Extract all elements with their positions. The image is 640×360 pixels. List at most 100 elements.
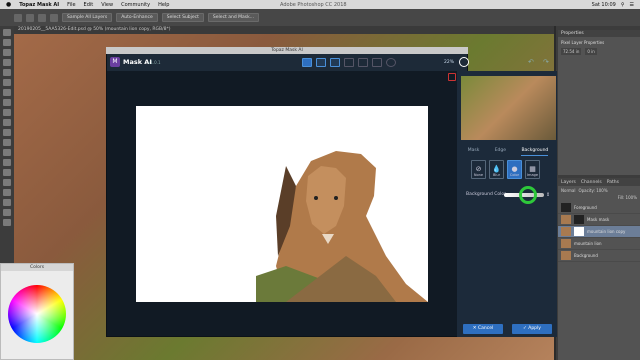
fill-icon[interactable] [372,58,382,67]
mask-thumbnail [574,215,584,224]
side-by-side-button[interactable] [330,58,340,67]
apple-menu-icon[interactable]: ● [6,1,11,8]
layers-panel: Layers Channels Paths Normal Opacity: 10… [558,178,640,360]
bg-option-none[interactable]: ⊘ None [471,160,486,179]
bg-option-color[interactable]: ● Color [507,160,522,179]
brush-add-icon[interactable] [26,13,34,22]
hand-tool-icon[interactable] [3,209,11,216]
tab-layers[interactable]: Layers [561,180,576,185]
background-options: ⊘ None 💧 Blur ● Color ▦ Image [471,160,551,182]
properties-panel: Properties Pixel Layer Properties 72.54 … [558,30,640,175]
opacity-field[interactable]: Opacity: 100% [578,188,607,193]
quick-select-icon[interactable] [14,13,22,22]
redo-icon[interactable]: ↷ [543,58,549,66]
x-field[interactable]: 0 in [585,48,597,55]
menu-file[interactable]: File [67,2,75,8]
none-icon: ⊘ [475,165,482,173]
bg-option-blur[interactable]: 💧 Blur [489,160,504,179]
select-subject-button[interactable]: Select Subject [161,13,204,22]
highlight-circle [519,186,537,204]
navigator-preview[interactable] [461,76,556,140]
app-menu[interactable]: Topaz Mask AI [19,2,59,8]
layer-name: Mask mask [587,217,610,222]
path-select-tool-icon[interactable] [3,189,11,196]
tab-paths[interactable]: Paths [607,180,619,185]
auto-enhance-checkbox[interactable]: Auto-Enhance [116,13,158,22]
color-wheel[interactable] [8,285,66,343]
layer-row[interactable]: Foreground [558,202,640,214]
width-field[interactable]: 72.54 in [561,48,582,55]
bg-option-image[interactable]: ▦ Image [525,160,540,179]
menu-edit[interactable]: Edit [84,2,94,8]
fit-icon[interactable] [358,58,368,67]
history-brush-tool-icon[interactable] [3,119,11,126]
quick-select-tool-icon[interactable] [3,59,11,66]
blur-tool-icon[interactable] [3,149,11,156]
image-icon: ▦ [529,165,536,173]
mountain-lion-cutout [256,151,428,302]
layer-row[interactable]: Mask mask [558,214,640,226]
sample-all-layers-checkbox[interactable]: Sample All Layers [62,13,113,22]
single-view-button[interactable] [302,58,312,67]
brush-tool-icon[interactable] [3,99,11,106]
document-tab[interactable]: 20190205__5AA5326-Edit.psd @ 50% (mounta… [14,26,554,34]
undo-icon[interactable]: ↶ [528,58,534,66]
apply-button[interactable]: ✓ Apply [512,324,552,334]
healing-tool-icon[interactable] [3,89,11,96]
menu-list-icon[interactable]: ☰ [630,2,634,8]
colors-panel-title: Colors [1,264,73,271]
gradient-tool-icon[interactable] [3,139,11,146]
shape-tool-icon[interactable] [3,199,11,206]
fill-field[interactable]: Fill: 100% [618,195,637,200]
menu-community[interactable]: Community [121,2,150,8]
brush-icon[interactable] [344,58,354,67]
blend-mode-select[interactable]: Normal [561,188,575,193]
tab-background[interactable]: Background [521,148,549,156]
eyedropper-tool-icon[interactable] [3,79,11,86]
menu-view[interactable]: View [101,2,113,8]
tab-edge[interactable]: Edge [495,148,506,156]
layer-row[interactable]: mountain lion [558,238,640,250]
stamp-tool-icon[interactable] [3,109,11,116]
compute-icon[interactable] [386,58,396,67]
chevron-updown-icon[interactable]: ⇕ [546,192,550,198]
brush-size-icon[interactable] [50,13,58,22]
refresh-icon[interactable] [459,57,469,67]
color-icon: ● [511,165,518,173]
layer-thumbnail [561,203,571,212]
dodge-tool-icon[interactable] [3,159,11,166]
window-title: Adobe Photoshop CC 2018 [280,1,347,8]
move-tool-icon[interactable] [3,29,11,36]
layer-name: Foreground [574,205,597,210]
layer-row[interactable]: Background [558,250,640,262]
mask-ai-logo: M [110,57,120,67]
select-and-mask-button[interactable]: Select and Mask... [207,13,260,22]
layer-name: Background [574,253,598,258]
lasso-tool-icon[interactable] [3,49,11,56]
topaz-window-title: Topaz Mask AI [106,47,468,54]
pixel-layer-properties: Pixel Layer Properties [561,40,605,45]
marquee-tool-icon[interactable] [3,39,11,46]
tab-mask[interactable]: Mask [468,148,480,156]
layer-name: mountain lion copy [587,229,626,234]
app-version: v1.0.1 [148,60,161,65]
type-tool-icon[interactable] [3,179,11,186]
crop-tool-icon[interactable] [3,69,11,76]
split-view-button[interactable] [316,58,326,67]
brush-subtract-icon[interactable] [38,13,46,22]
tab-channels[interactable]: Channels [581,180,602,185]
layer-row[interactable]: mountain lion copy [558,226,640,238]
pen-tool-icon[interactable] [3,169,11,176]
layer-thumbnail [561,227,571,236]
search-icon[interactable]: ⚲ [621,2,625,8]
clock: Sat 10:09 [591,1,616,8]
menu-help[interactable]: Help [158,2,169,8]
cancel-button[interactable]: ✕ Cancel [463,324,503,334]
layer-thumbnail [561,251,571,260]
background-color-label: Background Color [466,192,507,197]
masked-preview[interactable] [136,106,428,302]
eraser-tool-icon[interactable] [3,129,11,136]
zoom-tool-icon[interactable] [3,219,11,226]
zoom-level[interactable]: 22% [444,60,454,65]
stop-icon[interactable] [448,73,456,81]
